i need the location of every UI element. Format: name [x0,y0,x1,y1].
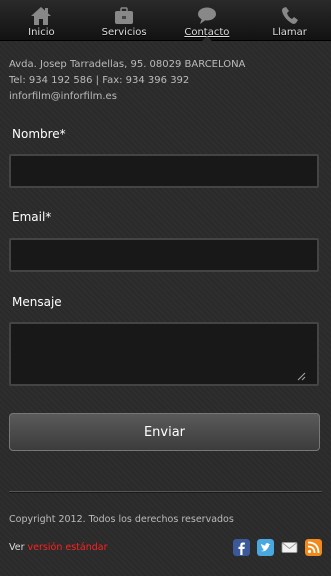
twitter-icon[interactable] [257,539,274,556]
nav-label-inicio: Inicio [28,27,55,38]
facebook-icon[interactable] [233,539,250,556]
standard-version-link[interactable]: versión estándar [28,542,108,553]
send-button[interactable]: Enviar [9,413,320,451]
version-switch: Ver versión estándar [9,542,107,553]
resize-grip-icon[interactable] [296,371,306,381]
message-field[interactable] [9,322,319,386]
email-text: inforfilm@inforfilm.es [9,91,117,102]
address-text: Avda. Josep Tarradellas, 95. 08029 BARCE… [9,59,246,70]
phone-fax-text: Tel: 934 192 586 | Fax: 934 396 392 [9,75,190,86]
mail-icon[interactable] [281,539,298,556]
nav-item-inicio[interactable]: Inicio [0,0,83,40]
home-icon [31,7,52,25]
nav-label-servicios: Servicios [101,27,147,38]
email-label: Email* [12,210,52,224]
version-prefix: Ver [9,542,25,553]
phone-icon [281,7,298,24]
top-navigation: Inicio Servicios Contacto Llamar [0,0,331,41]
name-field[interactable] [9,154,319,188]
rss-icon[interactable] [305,539,322,556]
email-field[interactable] [9,238,319,272]
briefcase-icon [115,7,134,24]
message-label: Mensaje [12,295,62,309]
footer-divider [9,491,322,493]
nav-label-contacto: Contacto [184,27,230,38]
name-label: Nombre* [12,127,66,141]
contact-info: Avda. Josep Tarradellas, 95. 08029 BARCE… [9,57,245,105]
nav-label-llamar: Llamar [272,27,307,38]
nav-item-servicios[interactable]: Servicios [83,0,166,40]
nav-item-contacto[interactable]: Contacto [166,0,249,41]
copyright-text: Copyright 2012. Todos los derechos reser… [9,514,234,525]
nav-item-llamar[interactable]: Llamar [248,0,331,40]
speech-bubble-icon [197,7,216,24]
